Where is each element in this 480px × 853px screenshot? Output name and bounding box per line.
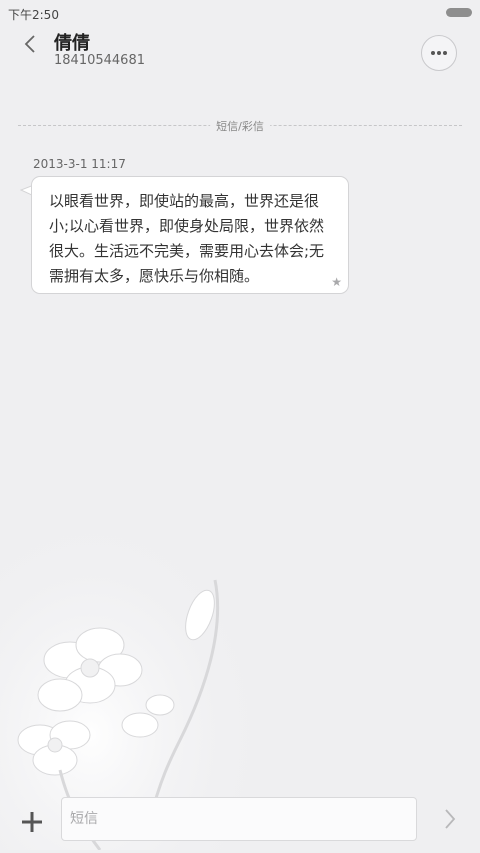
status-bar: 下午2:50 <box>0 0 480 26</box>
message-input[interactable] <box>62 798 416 840</box>
attach-button[interactable] <box>18 808 46 836</box>
message-timestamp: 2013-3-1 11:17 <box>33 157 126 171</box>
conversation-header: 倩倩 18410544681 <box>0 26 480 86</box>
chevron-right-icon <box>445 809 456 829</box>
contact-number: 18410544681 <box>54 53 145 68</box>
message-bubble[interactable]: 以眼看世界，即使站的最高，世界还是很小;以心看世界，即使身处局限，世界依然很大。… <box>31 176 349 294</box>
send-button[interactable] <box>437 806 463 832</box>
chevron-left-icon <box>24 35 35 53</box>
message-text: 以眼看世界，即使站的最高，世界还是很小;以心看世界，即使身处局限，世界依然很大。… <box>49 192 325 285</box>
message-composer <box>0 790 480 853</box>
status-time: 下午2:50 <box>8 8 59 22</box>
divider-label: 短信/彩信 <box>210 118 270 134</box>
more-dots-icon <box>431 51 447 55</box>
star-icon: ★ <box>331 275 342 289</box>
more-options-button[interactable] <box>421 35 457 71</box>
contact-name: 倩倩 <box>54 33 90 54</box>
back-button[interactable] <box>16 30 44 58</box>
message-type-divider: 短信/彩信 <box>18 118 462 134</box>
battery-icon <box>446 8 472 17</box>
message-input-box[interactable] <box>61 797 417 841</box>
plus-icon <box>22 812 42 832</box>
